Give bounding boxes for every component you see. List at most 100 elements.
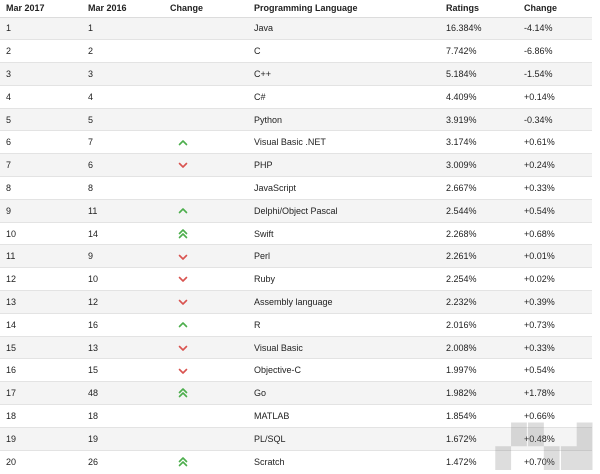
trend-cell xyxy=(164,39,248,63)
rank-2016: 7 xyxy=(82,130,164,154)
rating-value: 3.009% xyxy=(440,153,518,177)
trend-cell xyxy=(164,62,248,86)
header-programming-language[interactable]: Programming Language xyxy=(248,0,440,18)
rank-2017: 19 xyxy=(0,426,82,451)
rank-2016: 16 xyxy=(82,312,164,337)
rank-2016: 5 xyxy=(82,107,164,131)
rating-value: 1.672% xyxy=(440,426,518,451)
language-name: PHP xyxy=(248,153,440,177)
rank-2016: 11 xyxy=(82,198,164,223)
rating-change: +0.39% xyxy=(518,290,592,314)
rating-change: -1.54% xyxy=(518,62,592,86)
rank-2017: 16 xyxy=(0,358,82,382)
rating-change: +0.54% xyxy=(518,198,592,223)
double-arrow-up-icon xyxy=(178,388,188,398)
rating-value: 2.016% xyxy=(440,312,518,337)
trend-cell xyxy=(164,130,248,154)
trend-cell xyxy=(164,198,248,223)
rating-value: 2.008% xyxy=(440,335,518,359)
trend-cell xyxy=(164,153,248,177)
rating-change: +0.61% xyxy=(518,130,592,154)
rank-2016: 15 xyxy=(82,358,164,382)
arrow-down-icon xyxy=(178,252,188,262)
trend-cell xyxy=(164,267,248,291)
table-row: 11 9 Perl 2.261% +0.01% xyxy=(0,244,592,268)
table-body: 1 1 Java 16.384% -4.14% 2 2 C 7.742% -6.86% 3 3 C++ 5… xyxy=(0,16,592,473)
trend-cell xyxy=(164,426,248,451)
trend-cell xyxy=(164,107,248,131)
arrow-down-icon xyxy=(178,366,188,376)
arrow-down-icon xyxy=(178,297,188,307)
trend-cell xyxy=(164,244,248,268)
rank-2017: 15 xyxy=(0,335,82,359)
rank-2016: 9 xyxy=(82,244,164,268)
header-ratings[interactable]: Ratings xyxy=(440,0,518,18)
table-row: 6 7 Visual Basic .NET 3.174% +0.61% xyxy=(0,130,592,154)
language-name: Go xyxy=(248,381,440,405)
rating-value: 7.742% xyxy=(440,39,518,63)
rating-value: 3.919% xyxy=(440,107,518,131)
rank-2016: 4 xyxy=(82,84,164,109)
rating-change: +0.70% xyxy=(518,449,592,473)
rating-change: +0.14% xyxy=(518,84,592,109)
arrow-up-icon xyxy=(178,206,188,216)
trend-cell xyxy=(164,221,248,245)
rank-2016: 19 xyxy=(82,426,164,451)
language-name: MATLAB xyxy=(248,404,440,428)
rating-value: 16.384% xyxy=(440,16,518,40)
rank-2017: 2 xyxy=(0,39,82,63)
language-name: C xyxy=(248,39,440,63)
table-row: 19 19 PL/SQL 1.672% +0.48% xyxy=(0,426,592,451)
table-row: 9 11 Delphi/Object Pascal 2.544% +0.54% xyxy=(0,198,592,223)
language-name: C++ xyxy=(248,62,440,86)
table-row: 2 2 C 7.742% -6.86% xyxy=(0,39,592,63)
header-position-change[interactable]: Change xyxy=(164,0,248,18)
language-name: Ruby xyxy=(248,267,440,291)
rating-value: 2.544% xyxy=(440,198,518,223)
rating-value: 1.982% xyxy=(440,381,518,405)
rating-value: 4.409% xyxy=(440,84,518,109)
table-row: 18 18 MATLAB 1.854% +0.66% xyxy=(0,404,592,428)
table-row: 3 3 C++ 5.184% -1.54% xyxy=(0,62,592,86)
rank-2017: 17 xyxy=(0,381,82,405)
rating-change: +0.54% xyxy=(518,358,592,382)
rating-change: +0.02% xyxy=(518,267,592,291)
table-row: 15 13 Visual Basic 2.008% +0.33% xyxy=(0,335,592,359)
rating-value: 1.472% xyxy=(440,449,518,473)
double-arrow-up-icon xyxy=(178,229,188,239)
header-mar-2016[interactable]: Mar 2016 xyxy=(82,0,164,18)
trend-cell xyxy=(164,358,248,382)
rating-change: -4.14% xyxy=(518,16,592,40)
rating-change: +1.78% xyxy=(518,381,592,405)
trend-cell xyxy=(164,176,248,200)
language-name: Perl xyxy=(248,244,440,268)
language-name: Objective-C xyxy=(248,358,440,382)
rank-2016: 3 xyxy=(82,62,164,86)
rating-change: +0.66% xyxy=(518,404,592,428)
header-row: Mar 2017 Mar 2016 Change Programming Lan… xyxy=(0,0,592,18)
rating-change: +0.48% xyxy=(518,426,592,451)
language-name: Assembly language xyxy=(248,290,440,314)
table-row: 20 26 Scratch 1.472% +0.70% xyxy=(0,449,592,473)
header-rating-change[interactable]: Change xyxy=(518,0,592,18)
ranking-table: Mar 2017 Mar 2016 Change Programming Lan… xyxy=(0,0,592,473)
rank-2016: 14 xyxy=(82,221,164,245)
trend-cell xyxy=(164,84,248,109)
rank-2017: 11 xyxy=(0,244,82,268)
arrow-up-icon xyxy=(178,138,188,148)
table-row: 17 48 Go 1.982% +1.78% xyxy=(0,381,592,405)
rank-2016: 13 xyxy=(82,335,164,359)
table-row: 14 16 R 2.016% +0.73% xyxy=(0,312,592,337)
rating-change: +0.73% xyxy=(518,312,592,337)
trend-cell xyxy=(164,335,248,359)
table-row: 12 10 Ruby 2.254% +0.02% xyxy=(0,267,592,291)
rating-change: -6.86% xyxy=(518,39,592,63)
rank-2017: 3 xyxy=(0,62,82,86)
rank-2017: 7 xyxy=(0,153,82,177)
header-mar-2017[interactable]: Mar 2017 xyxy=(0,0,82,18)
rating-value: 2.232% xyxy=(440,290,518,314)
table-row: 7 6 PHP 3.009% +0.24% xyxy=(0,153,592,177)
rank-2017: 18 xyxy=(0,404,82,428)
language-name: Delphi/Object Pascal xyxy=(248,198,440,223)
rating-value: 2.268% xyxy=(440,221,518,245)
